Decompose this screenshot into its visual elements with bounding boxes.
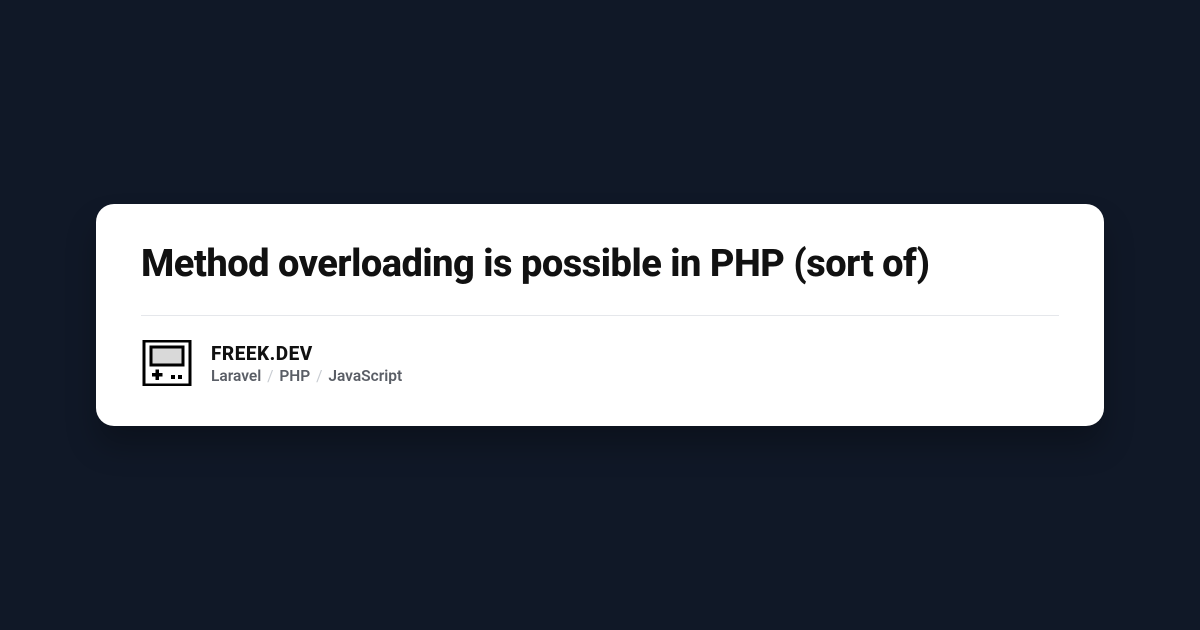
card-footer: FREEK.DEV Laravel / PHP / JavaScript [141,340,1059,386]
tag-item: Laravel [211,367,261,385]
tag-separator: / [312,367,326,385]
site-meta: FREEK.DEV Laravel / PHP / JavaScript [211,342,402,385]
divider [141,315,1059,316]
site-name: FREEK.DEV [211,342,402,365]
content-card: Method overloading is possible in PHP (s… [96,204,1104,427]
gameboy-icon [141,340,193,386]
tag-list: Laravel / PHP / JavaScript [211,367,402,385]
article-title: Method overloading is possible in PHP (s… [141,242,1059,316]
tag-separator: / [263,367,277,385]
tag-item: PHP [279,367,310,385]
tag-item: JavaScript [328,367,402,385]
